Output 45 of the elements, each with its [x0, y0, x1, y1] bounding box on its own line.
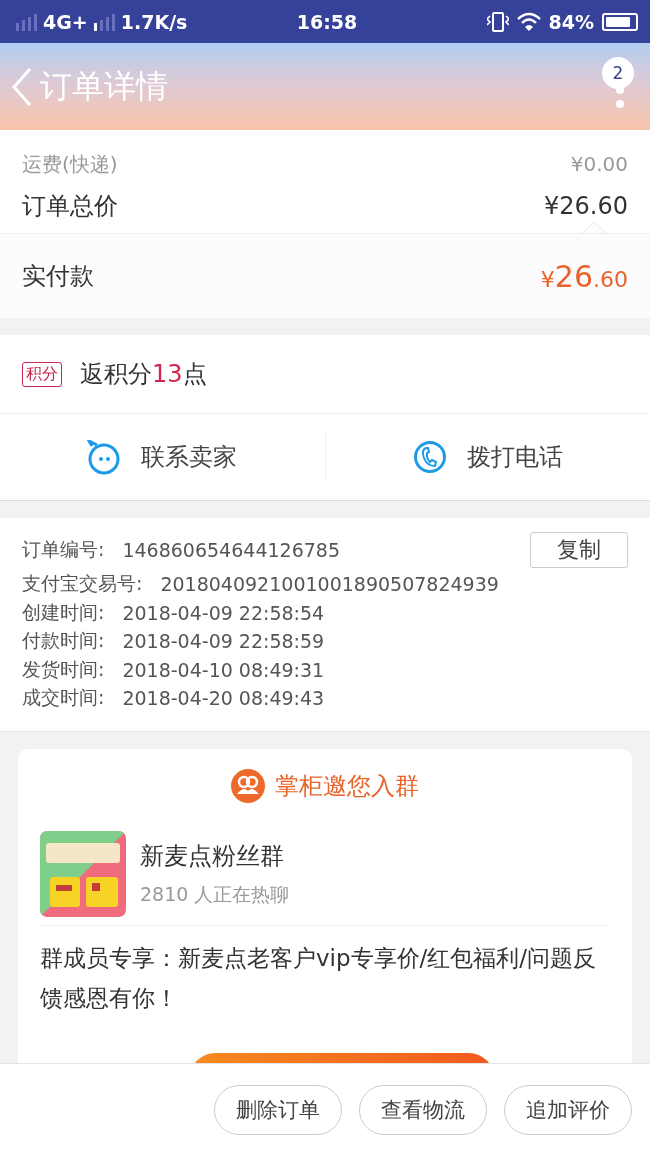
- wifi-icon: [516, 11, 541, 32]
- field-label: 发货时间:: [22, 656, 105, 682]
- field-value: 2018-04-09 22:58:59: [122, 630, 325, 653]
- action-button[interactable]: 删除订单: [214, 1084, 342, 1135]
- price-value: ¥26.60: [544, 192, 628, 220]
- action-button[interactable]: 追加评价: [504, 1084, 632, 1135]
- price-label: 订单总价: [22, 191, 118, 222]
- price-label: 运费(快递): [22, 150, 118, 178]
- signal-icon: [93, 12, 115, 31]
- chat-icon: [87, 439, 122, 475]
- field-label: 订单编号:: [22, 537, 105, 562]
- battery-percent: 84%: [548, 10, 594, 33]
- group-icon: [231, 768, 265, 803]
- card-title: 掌柜邀您入群: [275, 770, 419, 802]
- price-value: ¥0.00: [570, 152, 628, 176]
- page-title: 订单详情: [40, 65, 168, 107]
- copy-button[interactable]: 复制: [530, 532, 628, 568]
- signal-icon: [16, 12, 37, 31]
- network-type: 4G+: [43, 10, 88, 33]
- group-description: 群成员专享：新麦点老客户vip专享价/红包福利/问题反馈感恩有你！: [40, 943, 598, 1013]
- battery-icon: [602, 12, 638, 31]
- field-label: 付款时间:: [22, 628, 105, 654]
- field-value: 2018-04-10 08:49:31: [122, 658, 325, 681]
- action-button[interactable]: 查看物流: [359, 1084, 487, 1135]
- phone-icon: [412, 440, 447, 474]
- network-speed: 1.7K/s: [120, 10, 188, 33]
- paid-label: 实付款: [22, 261, 94, 292]
- group-name: 新麦点粉丝群: [140, 840, 285, 872]
- field-label: 创建时间:: [22, 599, 105, 625]
- paid-amount: ¥26.60: [540, 258, 628, 294]
- field-label: 支付宝交易号:: [22, 571, 143, 597]
- notification-badge: 2: [602, 56, 634, 89]
- call-button[interactable]: 拨打电话: [325, 414, 650, 500]
- points-text: 返积分13点: [80, 359, 207, 390]
- field-value: 2018-04-09 22:58:54: [122, 601, 325, 624]
- points-tag: 积分: [22, 361, 62, 387]
- member-count: 2810 人正在热聊: [140, 881, 290, 907]
- field-value: 2018-04-20 08:49:43: [122, 687, 325, 710]
- contact-seller-button[interactable]: 联系卖家: [0, 414, 325, 500]
- more-menu-button[interactable]: 2: [600, 51, 640, 122]
- field-label: 成交时间:: [22, 685, 105, 711]
- vibrate-icon: [486, 11, 509, 32]
- field-value: 146860654644126785: [122, 539, 340, 561]
- clock: 16:58: [296, 10, 358, 33]
- field-value: 2018040921001001890507824939: [160, 573, 499, 596]
